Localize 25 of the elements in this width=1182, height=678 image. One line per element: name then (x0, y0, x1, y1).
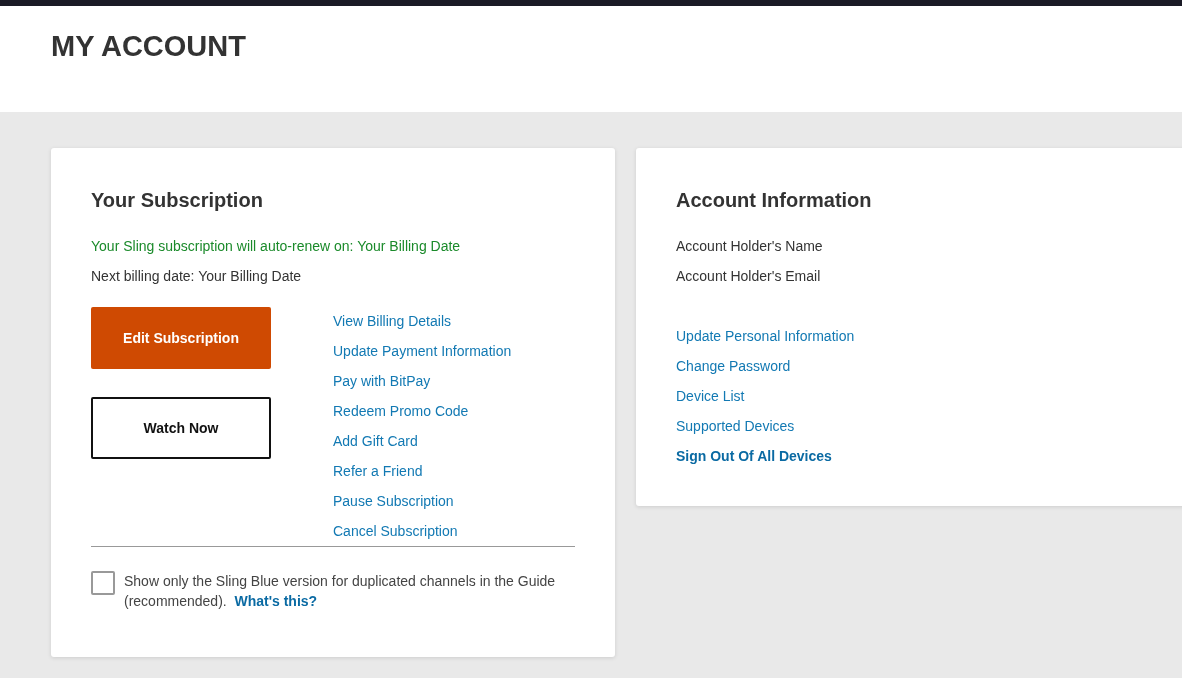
whats-this-link[interactable]: What's this? (234, 593, 318, 609)
subscription-link[interactable]: Redeem Promo Code (333, 396, 512, 426)
account-detail: Account Holder's Email (676, 267, 822, 286)
account-link[interactable]: Update Personal Information (676, 321, 1182, 351)
subscription-link[interactable]: Pause Subscription (333, 486, 512, 516)
account-link[interactable]: Sign Out Of All Devices (676, 441, 1182, 471)
card-title: Your Subscription (91, 188, 264, 212)
subscription-link[interactable]: Refer a Friend (333, 456, 512, 486)
account-link[interactable]: Supported Devices (676, 411, 1182, 441)
option-text: Show only the Sling Blue version for duplicated channels in the Guide (recommended). What's this? (124, 572, 557, 611)
subscription-link[interactable]: Update Payment Information (333, 336, 512, 366)
card-title: Account Information (676, 188, 873, 212)
subscription-link[interactable]: Pay with BitPay (333, 366, 512, 396)
renew-notice: Your Sling subscription will auto-renew on: Your Billing Date (91, 237, 462, 256)
account-link[interactable]: Change Password (676, 351, 1182, 381)
account-link[interactable]: Device List (676, 381, 1182, 411)
subscription-link[interactable]: Cancel Subscription (333, 516, 512, 546)
page-title: MY ACCOUNT (51, 29, 247, 63)
next-billing-text: Next billing date: Your Billing Date (91, 267, 303, 286)
account-detail: Account Holder's Name (676, 237, 824, 256)
watch-now-button[interactable]: Watch Now (91, 397, 271, 459)
subscription-link[interactable]: View Billing Details (333, 306, 512, 336)
checkbox[interactable] (91, 571, 115, 595)
subscription-link[interactable]: Add Gift Card (333, 426, 512, 456)
edit-subscription-button[interactable]: Edit Subscription (91, 307, 271, 369)
